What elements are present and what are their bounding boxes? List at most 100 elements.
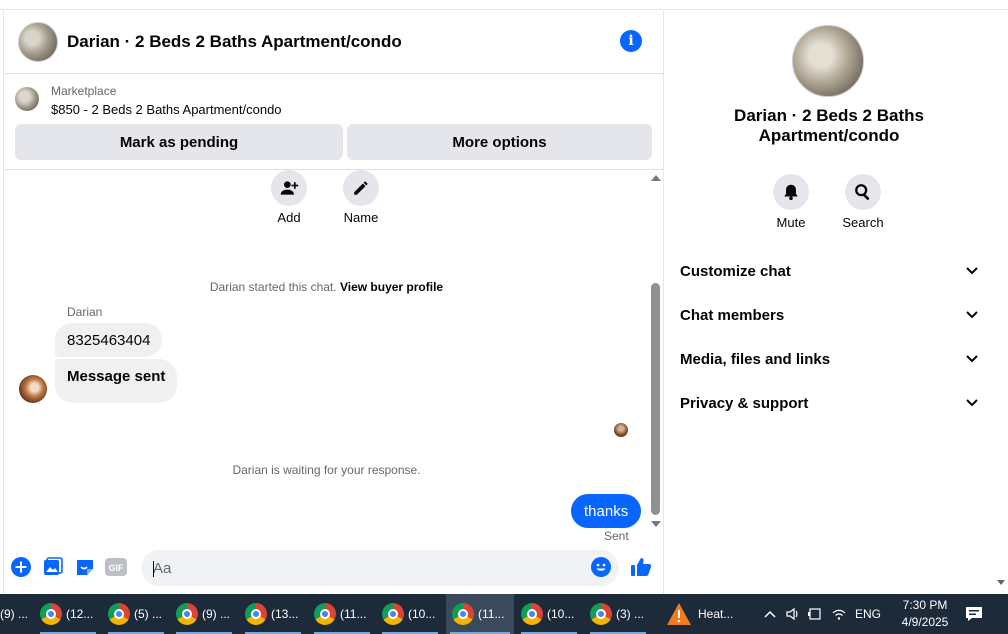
listing-thumbnail[interactable] [15, 87, 39, 111]
scroll-down-arrow-icon[interactable] [651, 521, 661, 527]
taskbar-item[interactable]: (11... [310, 594, 374, 634]
side-title: Darian · 2 Beds 2 Baths Apartment/condo [734, 106, 924, 145]
message-list[interactable]: Add Name Darian started this chat. View … [4, 170, 649, 544]
weather-widget[interactable]: Heat... [666, 594, 756, 634]
battery-icon[interactable] [807, 606, 823, 622]
customize-chat-section[interactable]: Customize chat [680, 259, 980, 283]
taskbar-item[interactable]: (13... [241, 594, 305, 634]
name-button[interactable] [343, 170, 379, 206]
search-icon [855, 184, 870, 201]
taskbar-item-label: (11... [478, 607, 505, 621]
taskbar-item[interactable]: (9) ... [172, 594, 236, 634]
message-input[interactable] [141, 550, 619, 586]
message-bubble[interactable]: Message sent [55, 359, 178, 403]
chrome-icon [40, 603, 62, 625]
sender-name: Darian [67, 305, 103, 319]
my-message-bubble[interactable]: thanks [571, 494, 642, 528]
chat-started-notice: Darian started this chat. View buyer pro… [4, 280, 649, 294]
composer: GIF [4, 544, 664, 594]
search-button[interactable] [845, 174, 881, 210]
read-receipt-avatar [614, 423, 628, 437]
photo-button[interactable] [42, 556, 64, 578]
taskbar-item-label: (10... [408, 607, 436, 621]
chat-title[interactable]: Darian · 2 Beds 2 Baths Apartment/condo [67, 32, 402, 52]
side-avatar[interactable] [792, 25, 864, 97]
message-bubble[interactable]: 8325463404 [55, 323, 163, 357]
view-buyer-profile-link[interactable]: View buyer profile [340, 280, 443, 294]
scroll-up-arrow-icon[interactable] [651, 175, 661, 181]
taskbar-item-label: (12... [66, 607, 94, 621]
taskbar-item[interactable]: (9) ... [0, 594, 32, 634]
chevron-down-icon [964, 307, 980, 323]
marketplace-label: Marketplace [51, 84, 117, 98]
taskbar-item-label: (9) ... [0, 607, 29, 621]
sticker-icon [77, 560, 93, 575]
taskbar-item[interactable]: (10... [517, 594, 581, 634]
chevron-up-icon[interactable] [763, 609, 777, 619]
chat-started-text: Darian started this chat. [209, 280, 337, 294]
page-scroll-down-icon[interactable] [997, 580, 1005, 585]
clock-time: 7:30 PM [902, 598, 948, 612]
mute-label: Mute [776, 215, 806, 230]
listing-title[interactable]: $850 - 2 Beds 2 Baths Apartment/condo [51, 102, 282, 117]
speaker-icon[interactable] [785, 606, 801, 622]
scroll-thumb[interactable] [651, 283, 660, 515]
sender-avatar[interactable] [19, 375, 47, 403]
taskbar-item-label: (9) ... [202, 607, 231, 621]
emoji-button[interactable] [590, 556, 612, 578]
language-indicator[interactable]: ENG [855, 607, 881, 621]
mute-button[interactable] [773, 174, 809, 210]
chrome-icon [590, 603, 612, 625]
plus-button[interactable] [10, 556, 32, 578]
message-scrollbar[interactable] [649, 173, 663, 533]
section-label: Customize chat [680, 262, 791, 280]
sent-status: Sent [604, 529, 629, 543]
sticker-button[interactable] [74, 556, 96, 578]
chrome-icon [108, 603, 130, 625]
privacy-support-section[interactable]: Privacy & support [680, 391, 980, 415]
smiley-icon [591, 557, 611, 577]
more-options-button[interactable]: More options [347, 124, 652, 160]
marketplace-banner: Marketplace $850 - 2 Beds 2 Baths Apartm… [4, 74, 664, 170]
search-label: Search [842, 215, 884, 230]
system-tray: ENG [763, 594, 881, 634]
svg-text:GIF: GIF [109, 563, 125, 573]
taskbar-item[interactable]: (10... [378, 594, 442, 634]
clock-date: 4/9/2025 [901, 615, 949, 629]
taskbar-item-label: (13... [271, 607, 299, 621]
info-icon[interactable]: i [620, 30, 642, 52]
taskbar-item-active[interactable]: (11... [446, 594, 514, 634]
bell-icon [784, 184, 798, 201]
chrome-icon [452, 603, 474, 625]
media-files-links-section[interactable]: Media, files and links [680, 347, 980, 371]
notification-icon[interactable] [964, 605, 984, 623]
chevron-down-icon [964, 351, 980, 367]
chevron-down-icon [964, 263, 980, 279]
browser-top-edge [0, 0, 1008, 10]
chat-header: Darian · 2 Beds 2 Baths Apartment/condo … [4, 10, 664, 74]
chrome-icon [382, 603, 404, 625]
taskbar-item-label: (10... [547, 607, 575, 621]
heat-warning-icon [667, 603, 691, 625]
taskbar-item[interactable]: (5) ... [104, 594, 168, 634]
wifi-icon[interactable] [831, 606, 847, 622]
chrome-icon [176, 603, 198, 625]
plus-circle-icon [11, 557, 31, 577]
page-scrollbar[interactable] [994, 10, 1008, 594]
taskbar-item[interactable]: (3) ... [586, 594, 650, 634]
section-label: Privacy & support [680, 394, 809, 412]
messenger-window: Darian · 2 Beds 2 Baths Apartment/condo … [0, 0, 1008, 634]
photo-icon [44, 557, 63, 575]
clock[interactable]: 7:30 PM 4/9/2025 [890, 597, 960, 631]
mark-as-pending-button[interactable]: Mark as pending [15, 124, 343, 160]
chrome-icon [245, 603, 267, 625]
chat-members-section[interactable]: Chat members [680, 303, 980, 327]
chat-avatar[interactable] [18, 21, 58, 62]
chat-panel: Darian · 2 Beds 2 Baths Apartment/condo … [3, 10, 664, 594]
waiting-notice: Darian is waiting for your response. [232, 463, 421, 477]
weather-label: Heat... [698, 607, 734, 621]
add-person-button[interactable] [271, 170, 307, 206]
like-button[interactable] [630, 556, 652, 578]
gif-button[interactable]: GIF [105, 556, 127, 578]
taskbar-item[interactable]: (12... [36, 594, 100, 634]
